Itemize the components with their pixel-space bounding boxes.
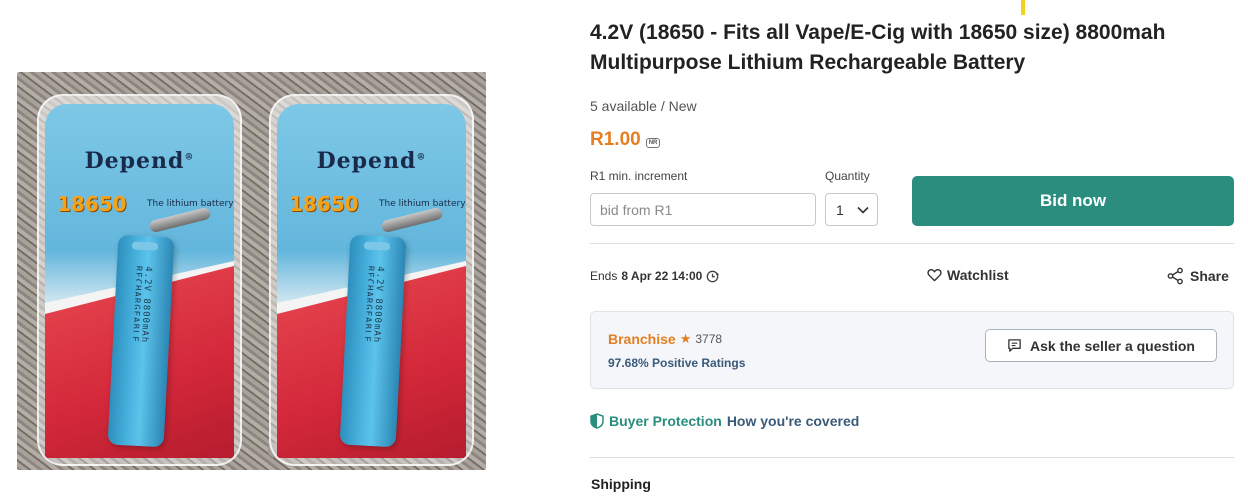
divider xyxy=(590,457,1234,458)
watchlist-button[interactable]: Watchlist xyxy=(927,267,1009,283)
share-button[interactable]: Share xyxy=(1167,267,1229,285)
package-brand: Depend xyxy=(84,148,185,174)
battery-package-right: Depend® 18650 The lithium battery 4.2V 8… xyxy=(269,94,474,466)
heart-icon xyxy=(927,269,942,282)
buyer-protection: Buyer Protection How you're covered xyxy=(590,413,859,429)
shipping-heading: Shipping xyxy=(591,476,651,492)
battery-cell: 4.2V 8800mAh RECHARGEABLE xyxy=(107,234,175,448)
package-model: 18650 xyxy=(289,192,359,216)
bid-amount-input[interactable] xyxy=(590,193,816,226)
seller-rating: 97.68% Positive Ratings xyxy=(608,356,746,370)
battery-package-left: Depend® 18650 The lithium battery 4.2V 8… xyxy=(37,94,242,466)
package-brand: Depend xyxy=(316,148,417,174)
seller-score: 3778 xyxy=(695,332,723,346)
battery-label: 4.2V 8800mAh RECHARGEABLE xyxy=(129,265,153,344)
package-model: 18650 xyxy=(57,192,127,216)
ends-date: 8 Apr 22 14:00 xyxy=(621,269,703,283)
watchlist-label: Watchlist xyxy=(947,267,1009,283)
chevron-down-icon xyxy=(857,206,869,214)
clock-icon xyxy=(706,270,720,282)
product-image[interactable]: Depend® 18650 The lithium battery 4.2V 8… xyxy=(17,72,486,470)
share-label: Share xyxy=(1190,268,1229,284)
package-tagline: The lithium battery xyxy=(147,199,234,209)
availability-text: 5 available / New xyxy=(590,98,697,114)
product-title: 4.2V (18650 - Fits all Vape/E-Cig with 1… xyxy=(590,21,1166,74)
package-tagline: The lithium battery xyxy=(379,199,466,209)
ask-seller-label: Ask the seller a question xyxy=(1030,337,1195,354)
divider xyxy=(590,243,1234,244)
quantity-select[interactable]: 1 xyxy=(825,193,878,226)
ends-prefix: Ends xyxy=(590,269,618,283)
how-covered-link[interactable]: How you're covered xyxy=(727,413,859,429)
price-row: R1.00 NR xyxy=(590,129,661,151)
price: R1.00 xyxy=(590,129,641,150)
chat-icon xyxy=(1008,339,1021,352)
share-icon xyxy=(1167,267,1183,285)
battery-label: 4.2V 8800mAh RECHARGEABLE xyxy=(361,265,385,344)
shield-icon xyxy=(590,413,604,429)
seller-name-row: Branchise ★ 3778 xyxy=(608,331,722,347)
auction-end-time: Ends 8 Apr 22 14:00 xyxy=(590,269,720,283)
increment-label: R1 min. increment xyxy=(590,169,688,183)
battery-cell: 4.2V 8800mAh RECHARGEABLE xyxy=(339,234,407,448)
ask-seller-button[interactable]: Ask the seller a question xyxy=(985,329,1217,362)
no-reserve-badge: NR xyxy=(645,137,661,148)
package-reg-mark: ® xyxy=(184,152,195,163)
package-reg-mark: ® xyxy=(416,152,427,163)
quantity-label: Quantity xyxy=(825,169,870,183)
highlight-marker xyxy=(1021,0,1025,15)
buyer-protection-label: Buyer Protection xyxy=(609,413,722,429)
seller-card: Branchise ★ 3778 97.68% Positive Ratings… xyxy=(590,311,1234,389)
star-icon: ★ xyxy=(679,331,692,346)
seller-name[interactable]: Branchise xyxy=(608,331,676,347)
bid-now-button[interactable]: Bid now xyxy=(912,176,1234,226)
quantity-value: 1 xyxy=(836,201,844,218)
